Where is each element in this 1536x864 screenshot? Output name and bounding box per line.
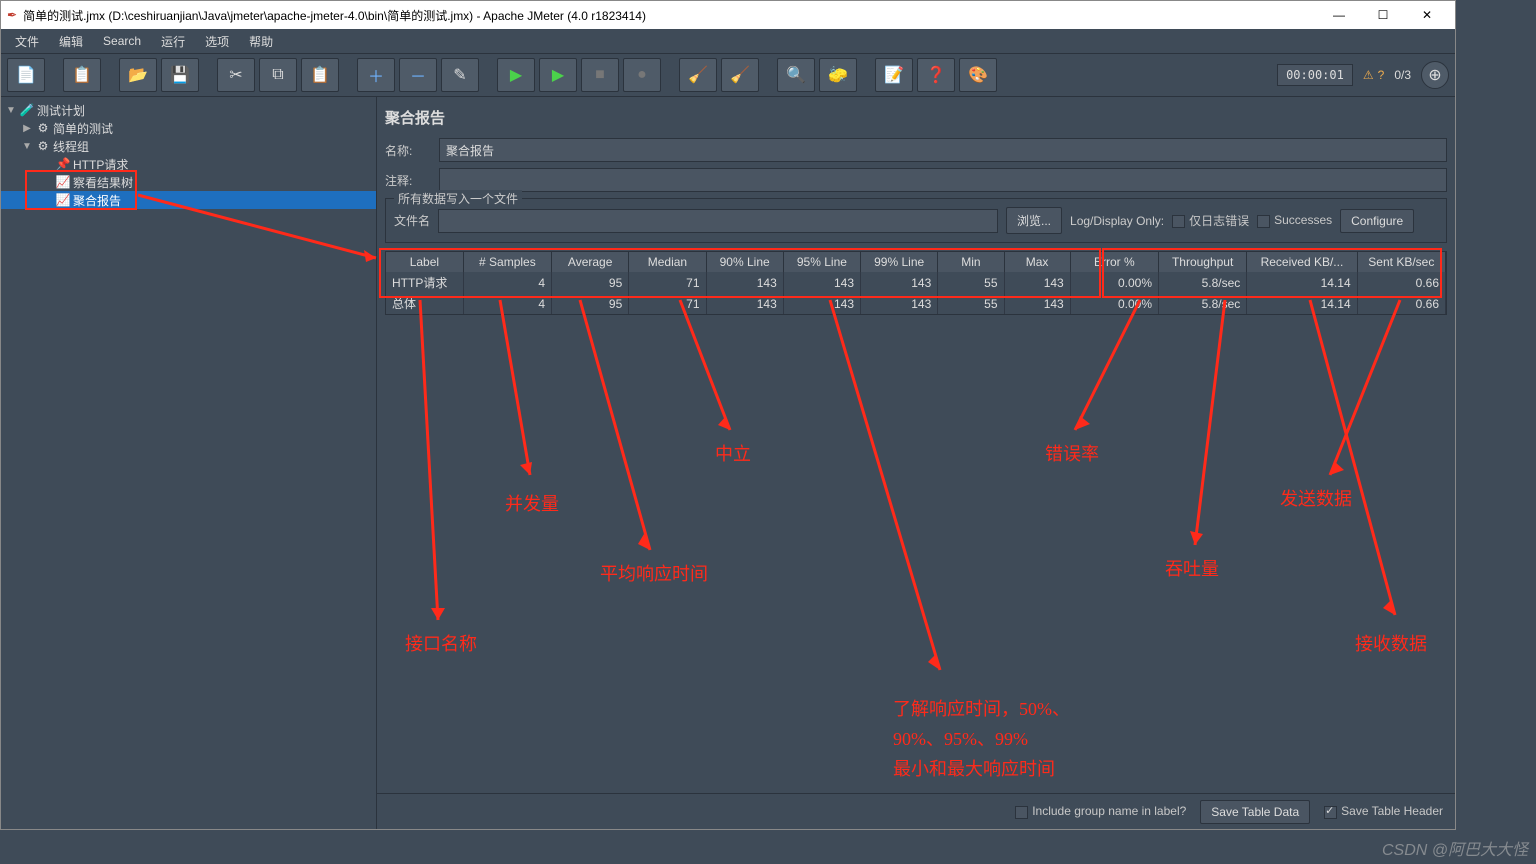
file-fieldset: 所有数据写入一个文件 文件名 浏览... Log/Display Only: 仅… xyxy=(385,198,1447,243)
menu-help[interactable]: 帮助 xyxy=(241,31,281,52)
col-header[interactable]: 95% Line xyxy=(783,252,860,272)
col-header[interactable]: Sent KB/sec xyxy=(1357,252,1445,272)
collapse-icon[interactable]: － xyxy=(399,58,437,92)
col-header[interactable]: Received KB/... xyxy=(1247,252,1357,272)
shutdown-icon[interactable]: ● xyxy=(623,58,661,92)
comment-label: 注释: xyxy=(385,172,431,189)
save-table-header-checkbox[interactable]: Save Table Header xyxy=(1324,804,1443,818)
table-row[interactable]: 总体49571143143143551430.00%5.8/sec14.140.… xyxy=(386,293,1446,314)
window-title: 简单的测试.jmx (D:\ceshiruanjian\Java\jmeter\… xyxy=(23,7,646,24)
run-noTimers-icon[interactable]: ▶ xyxy=(539,58,577,92)
col-header[interactable]: # Samples xyxy=(463,252,551,272)
reset-search-icon[interactable]: 🧽 xyxy=(819,58,857,92)
menu-edit[interactable]: 编辑 xyxy=(51,31,91,52)
menu-run[interactable]: 运行 xyxy=(153,31,193,52)
open-icon[interactable]: 📂 xyxy=(119,58,157,92)
successes-checkbox[interactable]: Successes xyxy=(1257,213,1332,227)
menu-file[interactable]: 文件 xyxy=(7,31,47,52)
panel-title: 聚合报告 xyxy=(385,107,1447,128)
watermark: CSDN @阿巴大大怪 xyxy=(1382,836,1528,860)
titlebar: ✒ 简单的测试.jmx (D:\ceshiruanjian\Java\jmete… xyxy=(1,1,1455,29)
warning-indicator[interactable]: ⚠ ? xyxy=(1363,68,1384,82)
filename-input[interactable] xyxy=(438,209,998,233)
chart-icon: 📈 xyxy=(55,175,71,189)
maximize-button[interactable]: ☐ xyxy=(1361,2,1405,28)
configure-button[interactable]: Configure xyxy=(1340,209,1414,233)
col-header[interactable]: Min xyxy=(938,252,1004,272)
tree-node-aggregate[interactable]: 📈 聚合报告 xyxy=(1,191,376,209)
col-header[interactable]: Error % xyxy=(1070,252,1158,272)
name-input[interactable] xyxy=(439,138,1447,162)
save-icon[interactable]: 💾 xyxy=(161,58,199,92)
include-group-checkbox[interactable]: Include group name in label? xyxy=(1015,804,1186,818)
toggle-icon[interactable]: ✎ xyxy=(441,58,479,92)
close-button[interactable]: ✕ xyxy=(1405,2,1449,28)
templates-icon[interactable]: 📋 xyxy=(63,58,101,92)
menu-search[interactable]: Search xyxy=(95,32,149,50)
col-header[interactable]: Max xyxy=(1004,252,1070,272)
pipette-icon: 📌 xyxy=(55,157,71,171)
col-header[interactable]: Average xyxy=(552,252,629,272)
aggregate-table[interactable]: Label# SamplesAverageMedian90% Line95% L… xyxy=(385,251,1447,315)
clear-all-icon[interactable]: 🧹 xyxy=(721,58,759,92)
chart-icon: 📈 xyxy=(55,193,71,207)
table-row[interactable]: HTTP请求49571143143143551430.00%5.8/sec14.… xyxy=(386,272,1446,293)
new-icon[interactable]: 📄 xyxy=(7,58,45,92)
menu-options[interactable]: 选项 xyxy=(197,31,237,52)
menubar: 文件 编辑 Search 运行 选项 帮助 xyxy=(1,29,1455,53)
name-label: 名称: xyxy=(385,142,431,159)
copy-icon[interactable]: ⧉ xyxy=(259,58,297,92)
tree-node-simple-test[interactable]: ▶⚙ 简单的测试 xyxy=(1,119,376,137)
col-header[interactable]: Label xyxy=(386,252,463,272)
gear-icon: ⚙ xyxy=(35,139,51,153)
tree-node-threadgroup[interactable]: ▼⚙ 线程组 xyxy=(1,137,376,155)
col-header[interactable]: 90% Line xyxy=(706,252,783,272)
threads-icon[interactable]: ⊕ xyxy=(1421,61,1449,89)
function-icon[interactable]: 📝 xyxy=(875,58,913,92)
col-header[interactable]: 99% Line xyxy=(861,252,938,272)
elapsed-time: 00:00:01 xyxy=(1277,64,1353,86)
search-icon[interactable]: 🔍 xyxy=(777,58,815,92)
file-legend: 所有数据写入一个文件 xyxy=(394,190,522,207)
save-table-data-button[interactable]: Save Table Data xyxy=(1200,800,1310,824)
errors-only-checkbox[interactable]: 仅日志错误 xyxy=(1172,212,1249,229)
clear-icon[interactable]: 🧹 xyxy=(679,58,717,92)
run-icon[interactable]: ▶ xyxy=(497,58,535,92)
toolbar: 📄 📋 📂 💾 ✂ ⧉ 📋 ＋ － ✎ ▶ ▶ ■ ● 🧹 🧹 🔍 🧽 📝 ❓ … xyxy=(1,53,1455,97)
filename-label: 文件名 xyxy=(394,212,430,229)
tree-node-testplan[interactable]: ▼🧪 测试计划 xyxy=(1,101,376,119)
thread-count: 0/3 xyxy=(1394,68,1411,82)
tree-node-http[interactable]: 📌 HTTP请求 xyxy=(1,155,376,173)
stop-icon[interactable]: ■ xyxy=(581,58,619,92)
tree-node-resulttree[interactable]: 📈 察看结果树 xyxy=(1,173,376,191)
cut-icon[interactable]: ✂ xyxy=(217,58,255,92)
gear-icon: ⚙ xyxy=(35,121,51,135)
browse-button[interactable]: 浏览... xyxy=(1006,207,1062,234)
panel-footer: Include group name in label? Save Table … xyxy=(377,793,1455,829)
paste-icon[interactable]: 📋 xyxy=(301,58,339,92)
help-icon[interactable]: ❓ xyxy=(917,58,955,92)
test-plan-tree[interactable]: ▼🧪 测试计划 ▶⚙ 简单的测试 ▼⚙ 线程组 📌 HTTP请求 📈 察看结果树… xyxy=(1,97,377,829)
minimize-button[interactable]: — xyxy=(1317,2,1361,28)
comment-input[interactable] xyxy=(439,168,1447,192)
about-icon[interactable]: 🎨 xyxy=(959,58,997,92)
expand-icon[interactable]: ＋ xyxy=(357,58,395,92)
logdisplay-label: Log/Display Only: xyxy=(1070,214,1164,228)
col-header[interactable]: Median xyxy=(629,252,706,272)
app-icon: ✒ xyxy=(7,8,17,22)
col-header[interactable]: Throughput xyxy=(1159,252,1247,272)
flask-icon: 🧪 xyxy=(19,103,35,117)
